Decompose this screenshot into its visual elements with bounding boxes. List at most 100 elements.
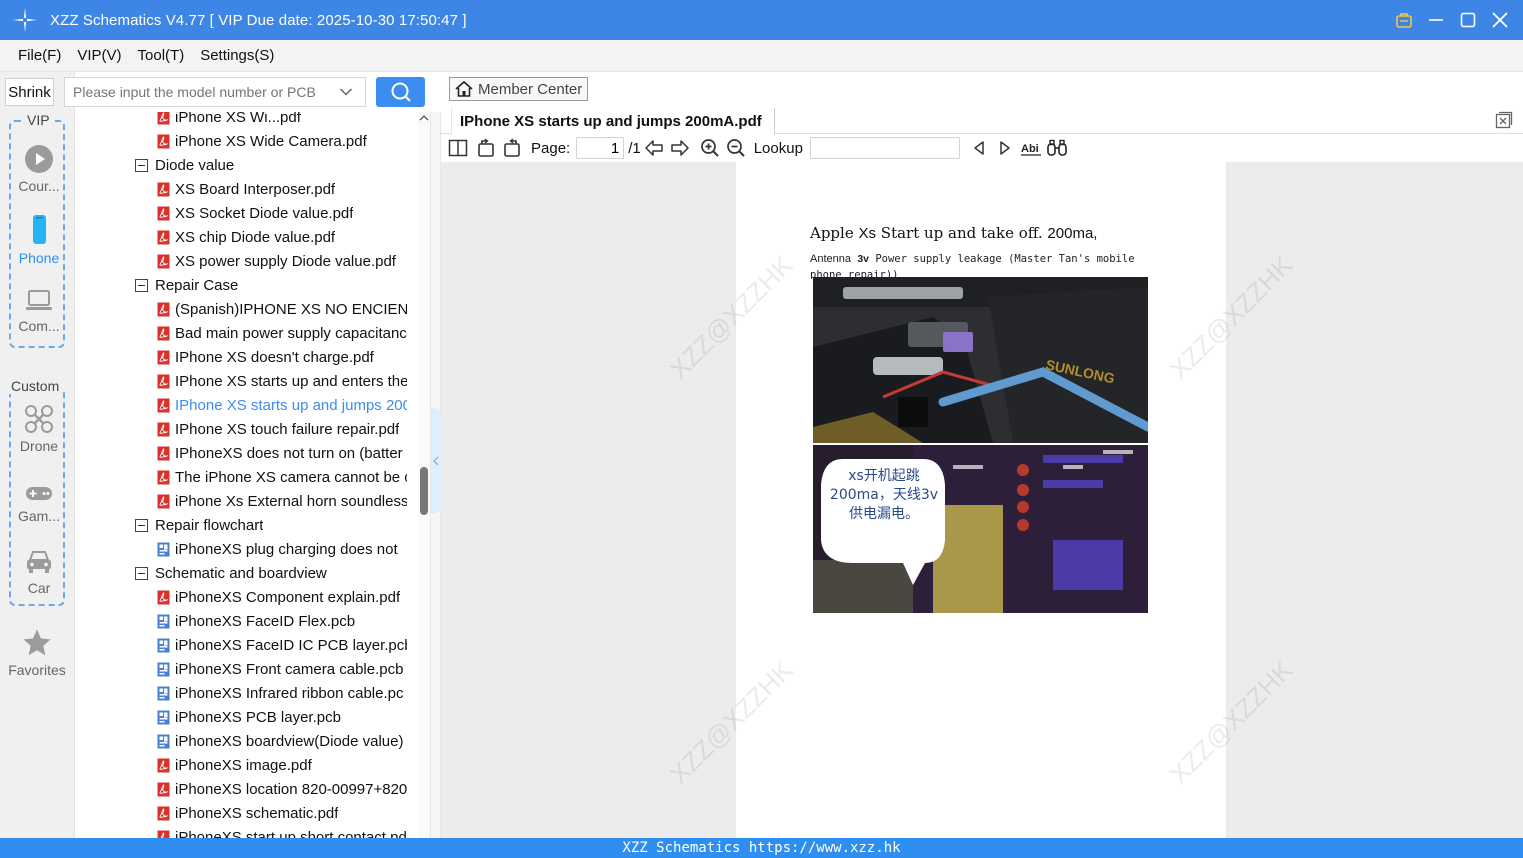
tree-file-item[interactable]: IPhoneXS does not turn on (batter: [157, 441, 407, 465]
tree-file-item[interactable]: iPhone XS Wide Camera.pdf: [157, 129, 407, 153]
tree-file-item[interactable]: iPhoneXS plug charging does not: [157, 537, 407, 561]
tree-folder[interactable]: Schematic and boardview: [135, 561, 405, 585]
vip-bag-icon[interactable]: [1395, 11, 1413, 29]
shrink-button[interactable]: Shrink: [5, 78, 54, 106]
lookup-input[interactable]: [809, 137, 960, 159]
tree-folder[interactable]: Repair flowchart: [135, 513, 405, 537]
binoculars-icon[interactable]: [1046, 137, 1068, 159]
maximize-icon[interactable]: [1459, 11, 1477, 29]
next-page-icon[interactable]: [669, 137, 691, 159]
previous-page-icon[interactable]: [643, 137, 665, 159]
tree-file-item[interactable]: XS chip Diode value.pdf: [157, 225, 407, 249]
tree-file-item[interactable]: iPhoneXS PCB layer.pcb: [157, 705, 407, 729]
tree-file-item[interactable]: iPhoneXS Front camera cable.pcb: [157, 657, 407, 681]
search-button[interactable]: [376, 77, 425, 107]
tree-file-item[interactable]: iPhoneXS start up short contact.pd: [157, 825, 407, 838]
pcb-file-icon: [157, 638, 170, 652]
tree-file-item[interactable]: iPhoneXS boardview(Diode value): [157, 729, 407, 753]
collapse-panel-handle[interactable]: [431, 408, 441, 514]
rail-item-phone-label: Phone: [18, 250, 60, 266]
tree-file-item[interactable]: iPhoneXS Infrared ribbon cable.pc: [157, 681, 407, 705]
board-photo: SUNLONG: [813, 277, 1148, 443]
rail-item-favorites[interactable]: Favorites: [8, 628, 66, 678]
pdf-file-icon: [157, 470, 170, 484]
collapse-toggle-icon[interactable]: [135, 518, 148, 532]
find-previous-icon[interactable]: [968, 137, 990, 159]
pcb-file-icon: [157, 614, 170, 628]
rail-item-car[interactable]: Car: [11, 548, 67, 596]
tree-file-item[interactable]: iPhoneXS schematic.pdf: [157, 801, 407, 825]
zoom-in-icon[interactable]: [699, 137, 721, 159]
menu-file[interactable]: File(F): [18, 47, 61, 64]
menu-tool[interactable]: Tool(T): [138, 47, 185, 64]
rail-item-game[interactable]: Gam...: [11, 484, 67, 524]
close-tabs-icon[interactable]: [1495, 111, 1513, 129]
tree-file-item[interactable]: Bad main power supply capacitanc: [157, 321, 407, 345]
pdf-file-icon: [157, 350, 170, 364]
tree-file-item[interactable]: XS Socket Diode value.pdf: [157, 201, 407, 225]
member-center-button[interactable]: Member Center: [449, 77, 588, 101]
document-tab-bar: IPhone XS starts up and jumps 200mA.pdf: [441, 104, 1523, 134]
menu-settings[interactable]: Settings(S): [200, 47, 274, 64]
tree-row-label: iPhone XS Wide Camera.pdf: [175, 132, 367, 150]
tree-file-item[interactable]: IPhone XS doesn't charge.pdf: [157, 345, 407, 369]
pdf-file-icon: [157, 302, 170, 316]
page-number-input[interactable]: [576, 137, 625, 159]
tree-row-label: iPhoneXS start up short contact.pd: [175, 828, 407, 839]
gamepad-icon: [26, 487, 52, 500]
tree-file-item[interactable]: IPhone XS starts up and jumps 200: [157, 393, 407, 417]
tree-file-item[interactable]: The iPhone XS camera cannot be c: [157, 465, 407, 489]
tree-file-item[interactable]: iPhoneXS location 820-00997+820: [157, 777, 407, 801]
chevron-down-icon[interactable]: [331, 87, 361, 97]
tree-file-item[interactable]: iPhoneXS image.pdf: [157, 753, 407, 777]
pdf-file-icon: [157, 590, 170, 604]
collapse-toggle-icon[interactable]: [135, 566, 148, 580]
tab-current-document[interactable]: IPhone XS starts up and jumps 200mA.pdf: [451, 108, 775, 134]
doc-heading-part-2: Xs: [858, 225, 877, 242]
rail-item-phone[interactable]: Phone: [11, 214, 67, 266]
tree-file-item[interactable]: iPhone Xs External horn soundless: [157, 489, 407, 513]
tree-folder[interactable]: Diode value: [135, 153, 405, 177]
rail-item-drone[interactable]: Drone: [11, 404, 67, 454]
tree-file-item[interactable]: iPhoneXS FaceID Flex.pcb: [157, 609, 407, 633]
boardview-screenshot: xs开机起跳200ma，天线3v供电漏电。: [813, 445, 1148, 613]
rail-item-computer[interactable]: Com...: [11, 288, 67, 334]
tree-scrollbar[interactable]: [418, 112, 430, 838]
tree-row-label: iPhoneXS PCB layer.pcb: [175, 708, 341, 726]
collapse-toggle-icon[interactable]: [135, 278, 148, 292]
collapse-toggle-icon[interactable]: [135, 158, 148, 172]
tree-folder[interactable]: Repair Case: [135, 273, 405, 297]
tree-file-item[interactable]: XS power supply Diode value.pdf: [157, 249, 407, 273]
pdf-file-icon: [157, 782, 170, 796]
menu-vip[interactable]: VIP(V): [77, 47, 121, 64]
minimize-icon[interactable]: [1427, 11, 1445, 29]
tree-file-item[interactable]: IPhone XS starts up and enters the: [157, 369, 407, 393]
tree-file-item[interactable]: iPhone XS Wi...pdf: [157, 112, 407, 129]
find-next-icon[interactable]: [994, 137, 1016, 159]
pdf-file-icon: [157, 134, 170, 148]
tree-scrollbar-thumb[interactable]: [420, 467, 428, 515]
rail-item-favorites-label: Favorites: [8, 662, 66, 678]
tree-row-label: Schematic and boardview: [155, 564, 327, 582]
pdf-viewport[interactable]: Apple Xs Start up and take off. 200ma, A…: [441, 162, 1523, 838]
search-input[interactable]: [65, 84, 331, 100]
model-search-combobox[interactable]: [64, 77, 366, 107]
tree-file-item[interactable]: IPhone XS touch failure repair.pdf: [157, 417, 407, 441]
pdf-file-icon: [157, 326, 170, 340]
match-case-icon[interactable]: Abi: [1020, 137, 1042, 159]
tree-file-item[interactable]: (Spanish)IPHONE XS NO ENCIEND: [157, 297, 407, 321]
tree-file-item[interactable]: iPhoneXS FaceID IC PCB layer.pcb: [157, 633, 407, 657]
rotate-left-icon[interactable]: [475, 137, 497, 159]
tree-file-item[interactable]: iPhoneXS Component explain.pdf: [157, 585, 407, 609]
pdf-toolbar: Page: /1 Lookup Abi: [441, 134, 1523, 162]
close-icon[interactable]: [1491, 11, 1509, 29]
panel-splitter[interactable]: [430, 112, 441, 838]
zoom-out-icon[interactable]: [725, 137, 747, 159]
tree-file-item[interactable]: XS Board Interposer.pdf: [157, 177, 407, 201]
page-label: Page:: [531, 139, 571, 157]
two-page-view-icon[interactable]: [447, 137, 469, 159]
rotate-right-icon[interactable]: [501, 137, 523, 159]
rail-item-course[interactable]: Cour...: [11, 144, 67, 194]
scroll-up-icon[interactable]: [419, 114, 429, 122]
lookup-label: Lookup: [753, 139, 803, 157]
